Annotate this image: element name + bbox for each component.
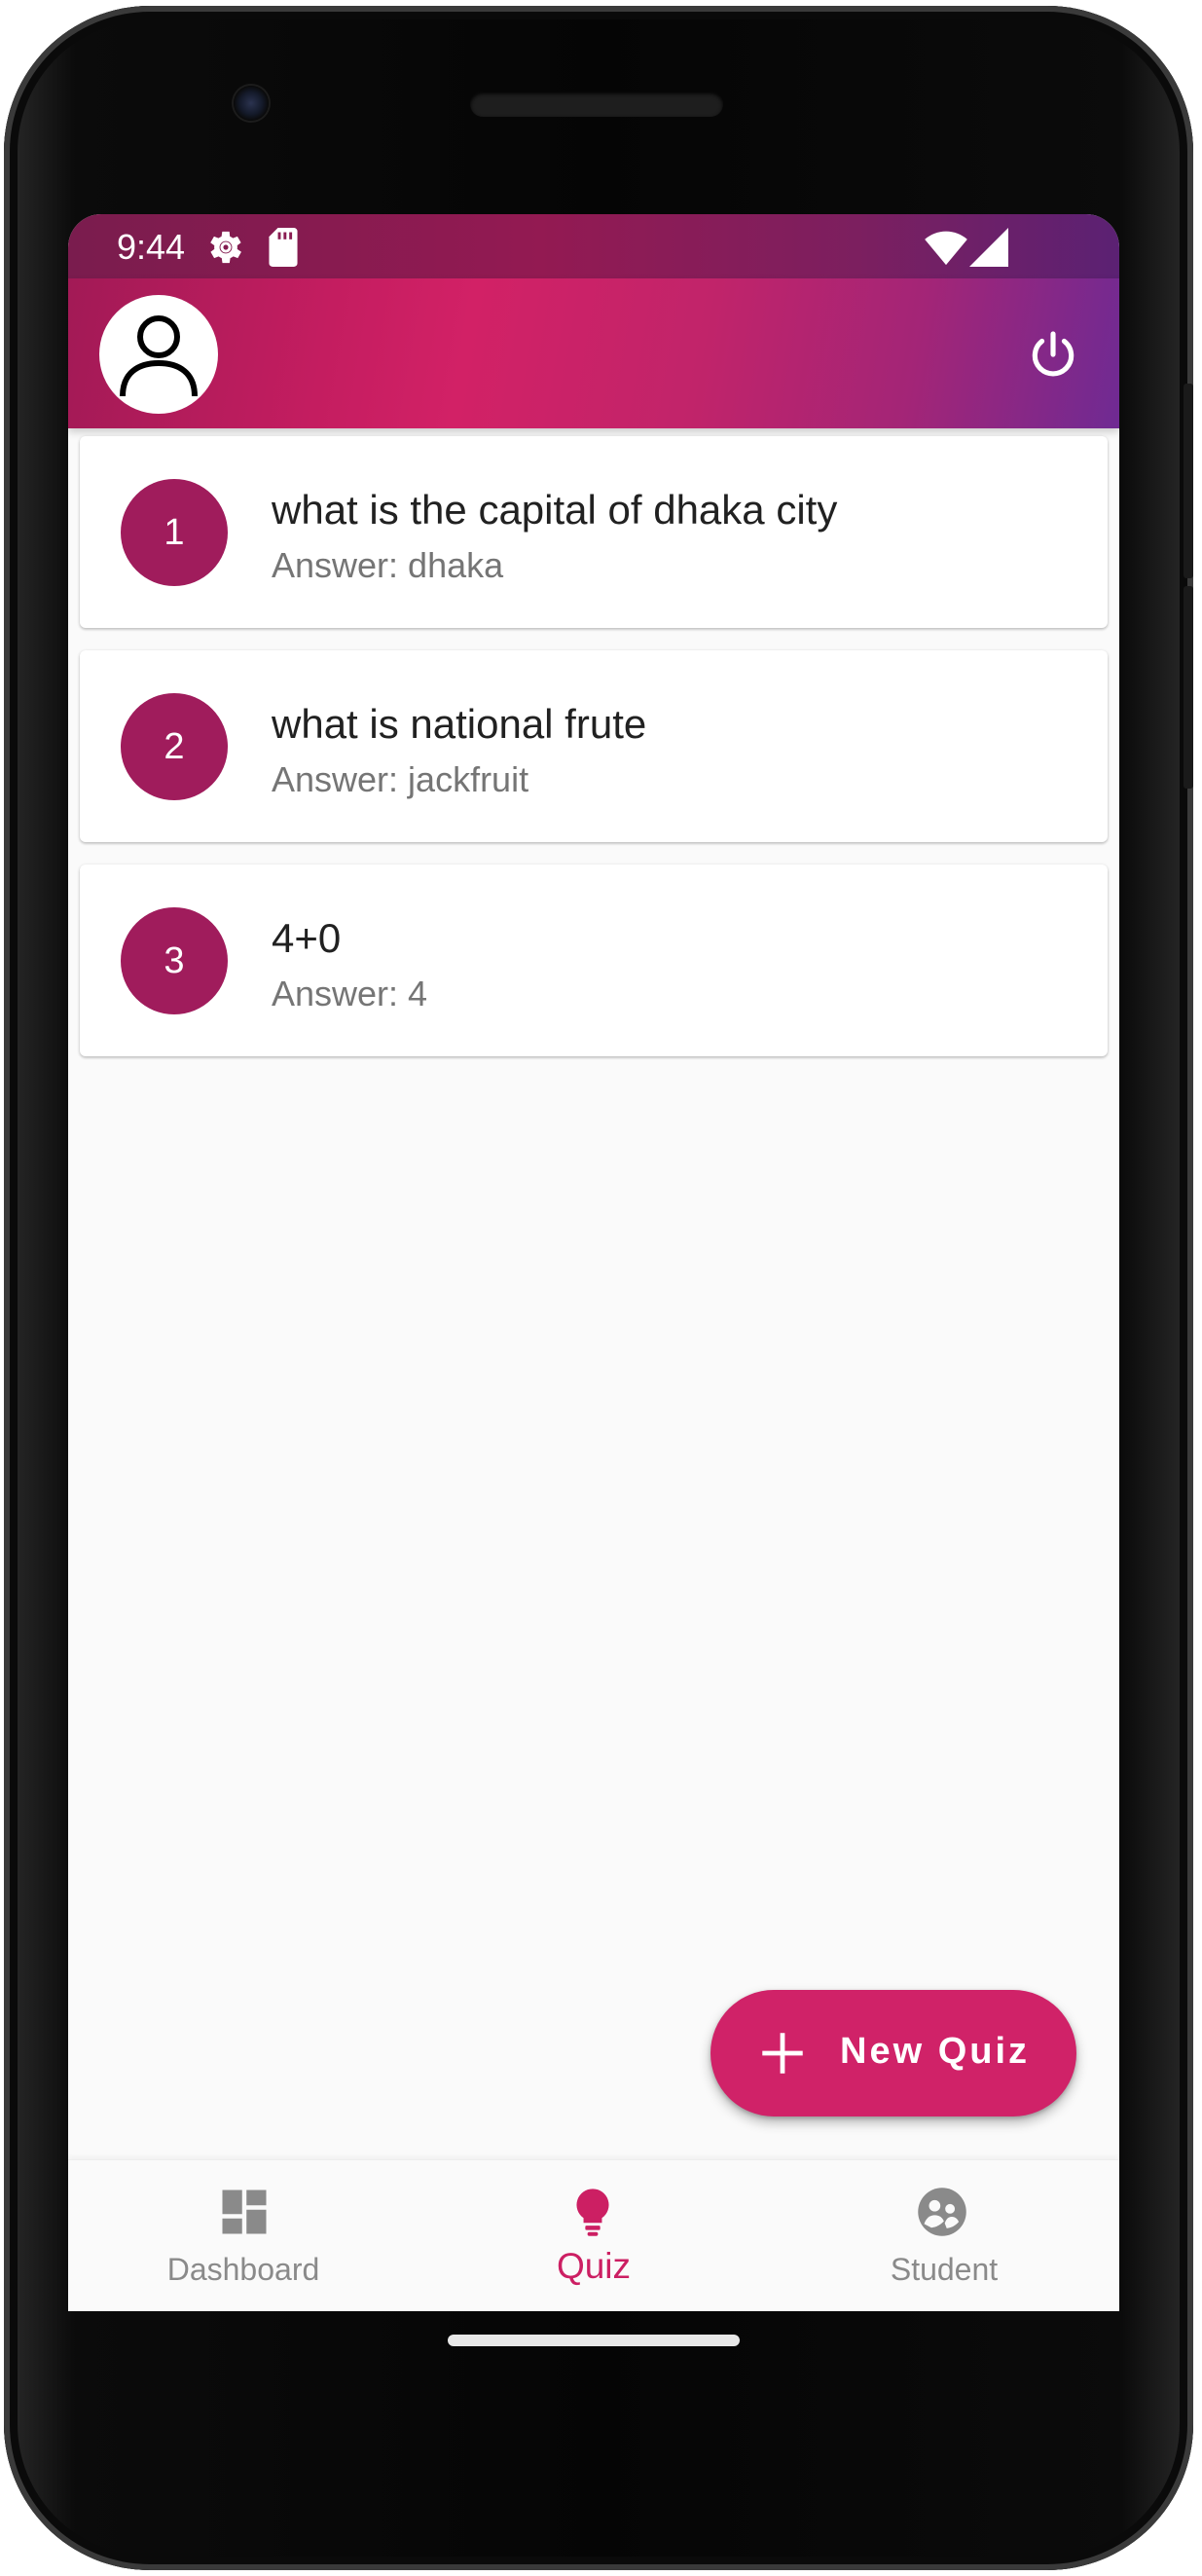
nav-label-quiz: Quiz <box>556 2246 632 2286</box>
quiz-answer: Answer: jackfruit <box>272 759 529 799</box>
quiz-number-badge: 2 <box>121 693 228 800</box>
cell-signal-icon <box>969 228 1008 267</box>
quiz-question: 4+0 <box>272 915 342 961</box>
plus-icon <box>762 2033 803 2074</box>
quiz-question: what is the capital of dhaka city <box>272 487 838 533</box>
sd-card-icon <box>269 228 298 267</box>
side-button-lower <box>1184 586 1193 789</box>
app-bar <box>68 278 1119 428</box>
new-quiz-button[interactable]: New Quiz <box>710 1990 1076 2116</box>
quiz-answer: Answer: 4 <box>272 974 428 1013</box>
student-group-icon <box>918 2188 966 2236</box>
new-quiz-label: New Quiz <box>840 2031 1031 2072</box>
dashboard-icon <box>222 2190 267 2234</box>
quiz-answer: Answer: dhaka <box>272 545 504 585</box>
volume-button <box>1184 384 1193 578</box>
settings-gear-icon <box>210 231 241 264</box>
nav-item-student[interactable]: Student <box>769 2160 1119 2311</box>
bottom-navigation: Dashboard Quiz Student <box>68 2159 1119 2311</box>
wifi-icon <box>925 231 967 266</box>
quiz-card[interactable]: 2 what is national frute Answer: jackfru… <box>80 650 1108 842</box>
logout-button[interactable] <box>1022 323 1084 386</box>
front-camera <box>234 86 269 121</box>
app-screen: 9:44 1 what is the capital of dhaka city… <box>68 214 1119 2311</box>
lightbulb-icon <box>576 2189 609 2236</box>
profile-avatar[interactable] <box>99 295 218 414</box>
nav-label-dashboard: Dashboard <box>166 2252 320 2287</box>
nav-item-quiz[interactable]: Quiz <box>419 2160 769 2311</box>
quiz-card[interactable]: 3 4+0 Answer: 4 <box>80 865 1108 1056</box>
quiz-number-badge: 1 <box>121 479 228 586</box>
status-time: 9:44 <box>117 227 186 267</box>
status-bar: 9:44 <box>68 214 1119 278</box>
quiz-card[interactable]: 1 what is the capital of dhaka city Answ… <box>80 436 1108 628</box>
home-indicator[interactable] <box>448 2335 740 2346</box>
person-icon <box>120 315 198 397</box>
quiz-number-badge: 3 <box>121 907 228 1014</box>
quiz-question: what is national frute <box>272 701 647 747</box>
earpiece-speaker <box>470 92 723 117</box>
nav-label-student: Student <box>890 2252 999 2287</box>
power-icon <box>1032 331 1075 377</box>
nav-item-dashboard[interactable]: Dashboard <box>68 2160 419 2311</box>
